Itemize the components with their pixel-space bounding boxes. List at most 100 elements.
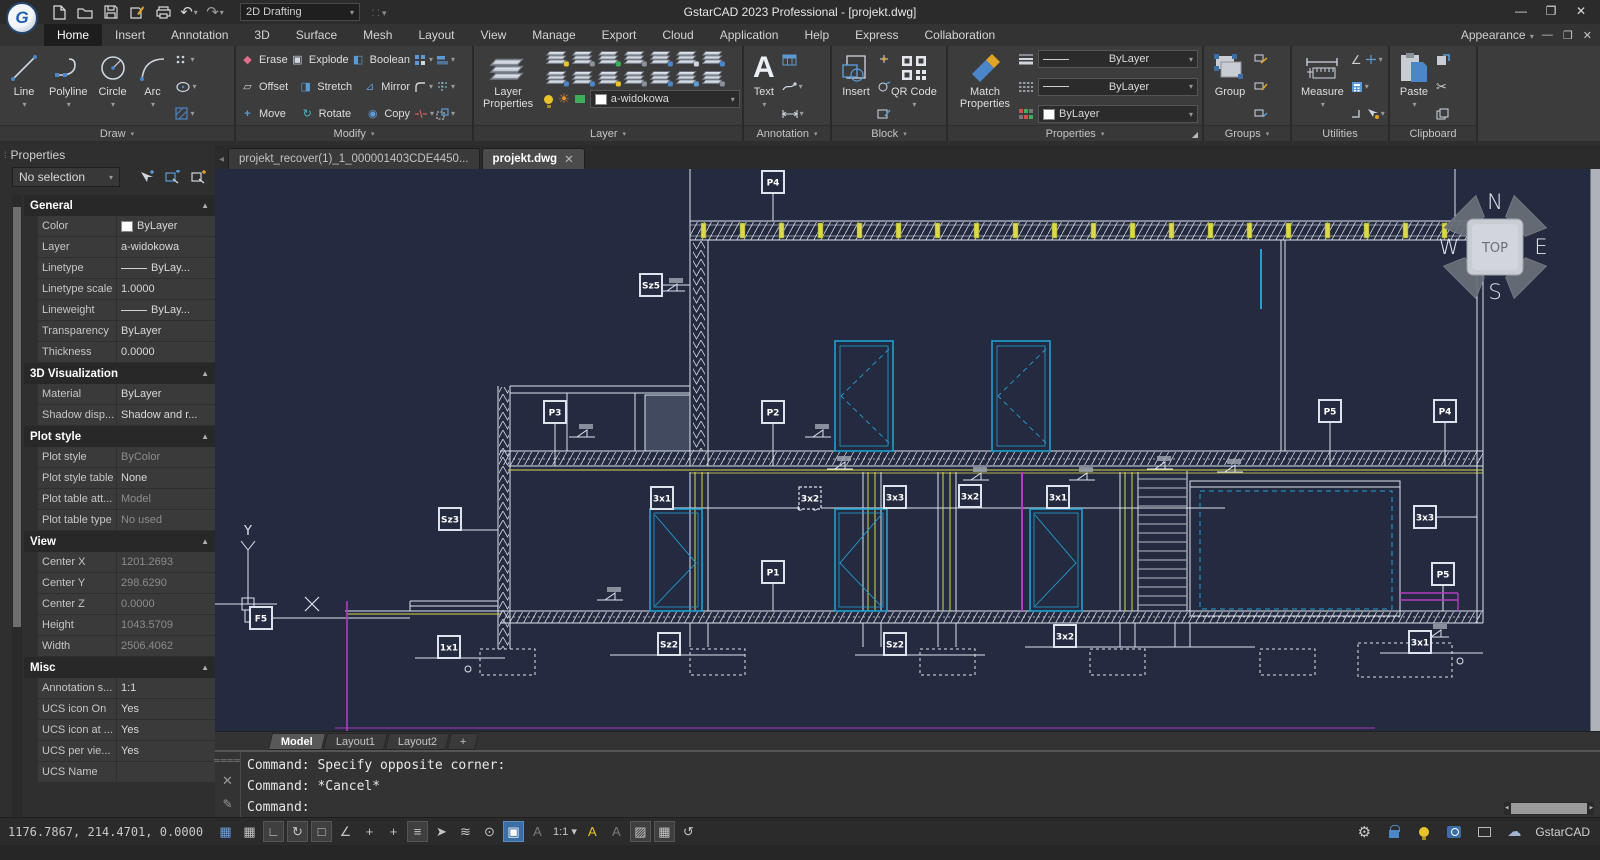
ribbon-tab-home[interactable]: Home	[44, 24, 102, 46]
feedback-icon[interactable]	[1445, 823, 1463, 841]
ribbon-tab-manage[interactable]: Manage	[519, 24, 588, 46]
lineweight-display-icon[interactable]: ≡	[407, 821, 428, 842]
quick-select-icon[interactable]: ▾	[1366, 104, 1385, 123]
isometric-drafting-icon[interactable]: ≋	[455, 821, 476, 842]
dynamic-input-icon[interactable]: ▣	[503, 821, 524, 842]
quick-properties-icon[interactable]: ➤	[431, 821, 452, 842]
drawing-label-box[interactable]: 3x2	[959, 485, 981, 507]
open-file-icon[interactable]	[74, 2, 96, 22]
property-row[interactable]: Plot table typeNo used	[38, 510, 215, 531]
grid-display-icon[interactable]: ▦	[215, 821, 236, 842]
circle-button[interactable]: Circle▾	[93, 48, 133, 125]
save-icon[interactable]	[100, 2, 122, 22]
edit-block-icon[interactable]	[877, 104, 891, 123]
settings-icon[interactable]: ⚙	[1355, 823, 1373, 841]
array-tools-icon[interactable]: ▾	[414, 50, 434, 69]
turn-on-all-layers-icon[interactable]	[546, 70, 568, 86]
interface-lock-icon[interactable]	[1385, 823, 1403, 841]
tab-scroll-left-icon[interactable]: ◂	[219, 154, 224, 165]
property-row[interactable]: Width2506.4062	[38, 636, 215, 657]
drawing-label-box[interactable]: Sz2	[884, 633, 906, 655]
drawing-label-box[interactable]: 3x1	[1047, 486, 1069, 508]
canvas-vertical-scrollbar[interactable]	[1590, 169, 1600, 731]
3d-object-snap-icon[interactable]: +	[359, 821, 380, 842]
drawing-label-box[interactable]: Sz3	[439, 508, 461, 530]
full-screen-icon[interactable]	[1475, 823, 1493, 841]
annotation-visibility-icon[interactable]: A	[582, 821, 603, 842]
dimension-icon[interactable]: ▾	[782, 104, 804, 123]
layout-tab-+[interactable]: +	[447, 733, 480, 750]
panel-label-clipboard[interactable]: Clipboard	[1390, 125, 1476, 141]
palette-scrollbar[interactable]	[12, 195, 22, 818]
drawing-label-box[interactable]: Sz5	[640, 274, 662, 296]
panel-label-draw[interactable]: Draw▾	[0, 125, 234, 141]
ribbon-tab-collaboration[interactable]: Collaboration	[911, 24, 1008, 46]
layer-unlock-icon[interactable]	[575, 95, 585, 103]
group-button[interactable]: Group	[1208, 48, 1252, 125]
property-row[interactable]: Layera-widokowa	[38, 237, 215, 258]
drawing-label-box[interactable]: P5	[1319, 400, 1341, 422]
ellipse-tools-icon[interactable]: ▾	[175, 77, 197, 96]
group-select-icon[interactable]	[1254, 104, 1268, 123]
command-scrollbar[interactable]: ◂▸	[1504, 802, 1594, 815]
group-edit-icon[interactable]	[1254, 77, 1268, 96]
insert-block-button[interactable]: Insert	[836, 48, 876, 125]
property-row[interactable]: Center X1201.2693	[38, 552, 215, 573]
property-row[interactable]: MaterialByLayer	[38, 384, 215, 405]
offset-button[interactable]: ▱Offset	[240, 77, 296, 96]
ungroup-icon[interactable]	[1254, 50, 1268, 69]
ribbon-tab-insert[interactable]: Insert	[102, 24, 158, 46]
ortho-mode-icon[interactable]: ∟	[263, 821, 284, 842]
redo-icon[interactable]: ↷▾	[204, 2, 226, 22]
trim-tools-icon[interactable]: ▾	[436, 77, 455, 96]
angle-snap-icon[interactable]: ∠	[335, 821, 356, 842]
layer-isolate-icon[interactable]	[572, 50, 594, 66]
leader-icon[interactable]: ▾	[782, 77, 804, 96]
explode-button[interactable]: ▣Explode	[290, 50, 349, 69]
drawing-canvas[interactable]: YP4Sz5P3P2P5P4Sz33x13x23x33x23x13x3P1P51…	[215, 169, 1600, 731]
property-row[interactable]: Annotation s...1:1	[38, 678, 215, 699]
drawing-label-box[interactable]: F5	[250, 607, 272, 629]
boolean-button[interactable]: ◧Boolean	[351, 50, 410, 69]
text-button[interactable]: A Text▾	[748, 48, 780, 125]
quick-view-icon[interactable]: ▦	[654, 821, 675, 842]
ribbon-tab-cloud[interactable]: Cloud	[649, 24, 706, 46]
panel-label-properties[interactable]: Properties▾◢	[948, 125, 1202, 141]
zoom-object-icon[interactable]: ⊙	[479, 821, 500, 842]
document-tab[interactable]: projekt.dwg✕	[482, 148, 585, 169]
annotation-monitor-icon[interactable]: A	[527, 821, 548, 842]
layer-match-icon[interactable]	[702, 70, 724, 86]
rotate-button[interactable]: ↻Rotate	[300, 104, 364, 123]
copy-clip-icon[interactable]	[1436, 104, 1450, 123]
layer-merge-icon[interactable]	[650, 70, 672, 86]
panel-label-block[interactable]: Block▾	[832, 125, 946, 141]
drawing-label-box[interactable]: 1x1	[438, 636, 460, 658]
property-row[interactable]: LinetypeByLay...	[38, 258, 215, 279]
layout-tab-layout2[interactable]: Layout2	[385, 733, 450, 750]
calculator-icon[interactable]: ▾	[1351, 77, 1369, 96]
drawing-label-box[interactable]: P4	[1434, 400, 1456, 422]
panel-label-annotation[interactable]: Annotation▾	[744, 125, 830, 141]
cut-icon[interactable]: ✂	[1436, 77, 1450, 96]
move-button[interactable]: +Move	[240, 104, 298, 123]
linetype-combo[interactable]: ByLayer▾	[1038, 78, 1198, 96]
property-row[interactable]: Linetype scale1.0000	[38, 279, 215, 300]
ribbon-tab-surface[interactable]: Surface	[283, 24, 350, 46]
ribbon-tab-help[interactable]: Help	[791, 24, 842, 46]
layer-properties-button[interactable]: Layer Properties	[478, 48, 538, 125]
paste-button[interactable]: Paste▾	[1394, 48, 1434, 125]
layout-tab-model[interactable]: Model	[268, 733, 326, 750]
clean-screen-icon[interactable]: ↺	[678, 821, 699, 842]
ribbon-tab-view[interactable]: View	[468, 24, 520, 46]
section-header-plot-style[interactable]: Plot style▲	[24, 426, 215, 447]
section-header-view[interactable]: View▲	[24, 531, 215, 552]
qr-code-button[interactable]: QR Code▾	[891, 48, 942, 125]
drawing-label-box[interactable]: P1	[762, 561, 784, 583]
quick-select-icon[interactable]	[163, 168, 183, 186]
hatch-tools-icon[interactable]: ▾	[175, 104, 197, 123]
section-header-misc[interactable]: Misc▲	[24, 657, 215, 678]
drawing-label-box[interactable]: P4	[762, 171, 784, 193]
layer-freeze-icon[interactable]	[624, 50, 646, 66]
command-history[interactable]: Command: Specify opposite corner:Command…	[241, 752, 1600, 817]
arc-button[interactable]: Arc▾	[133, 48, 173, 125]
